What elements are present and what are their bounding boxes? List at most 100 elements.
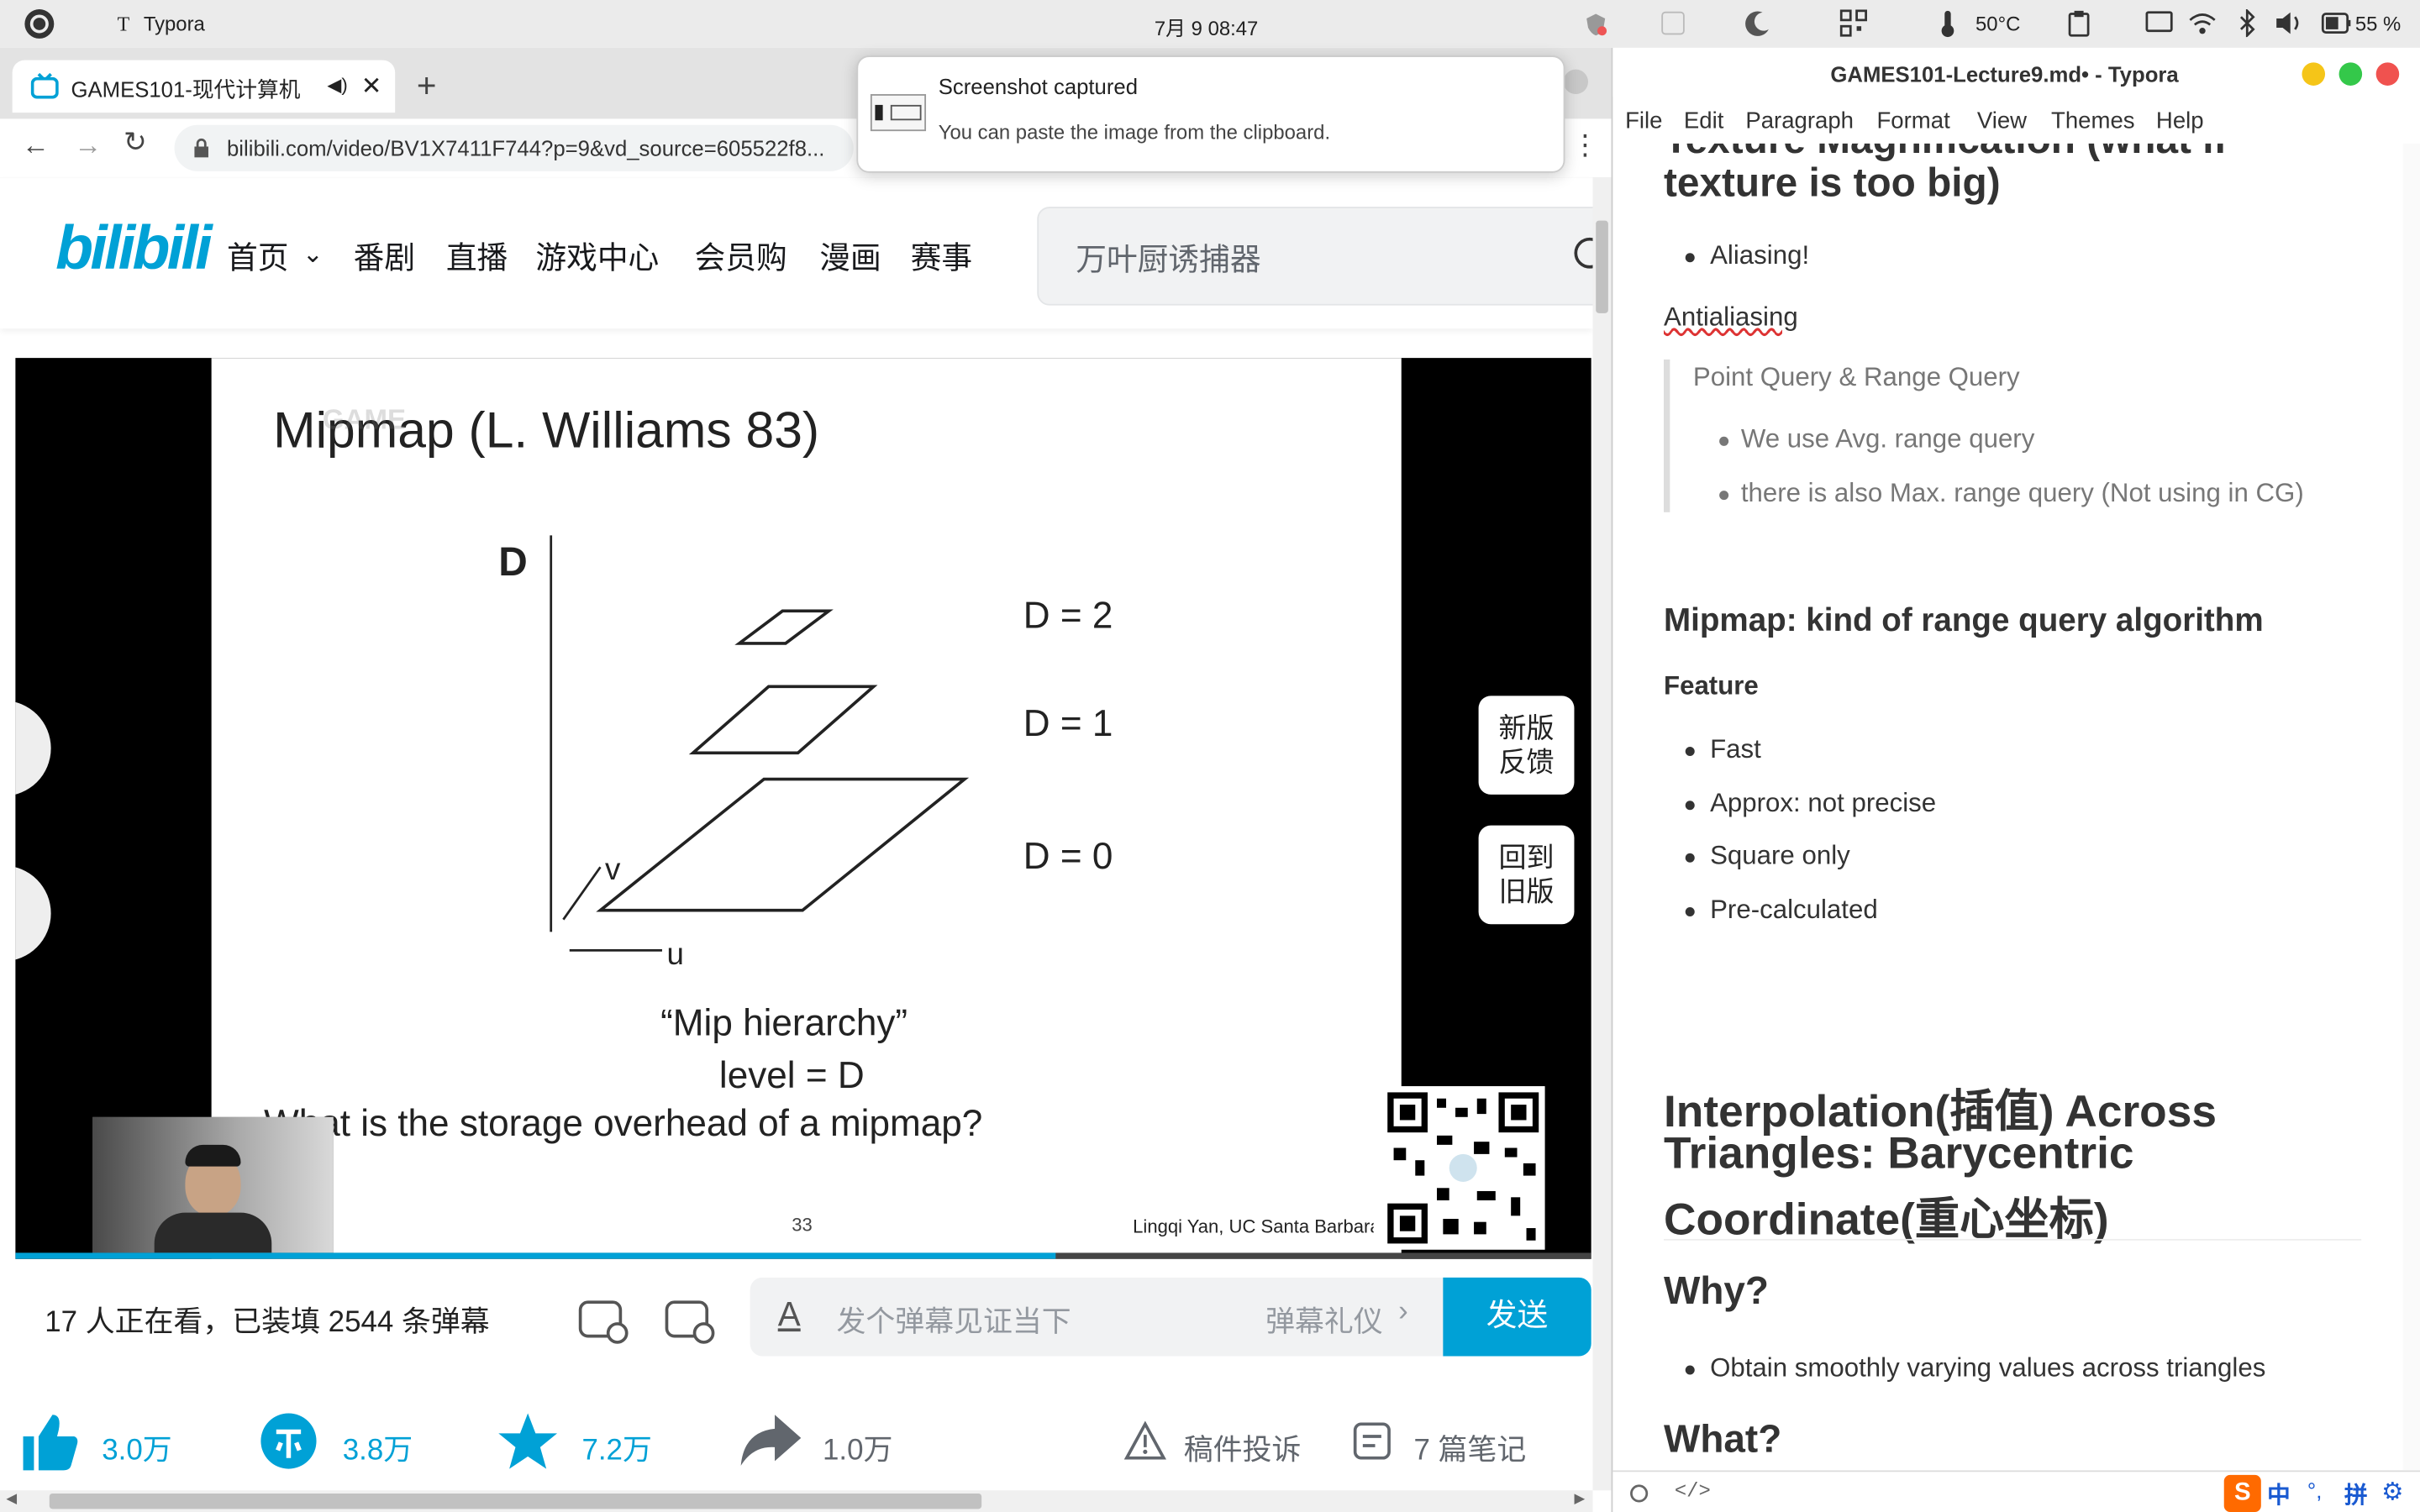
nav-vip-shop[interactable]: 会员购 — [695, 233, 787, 277]
back-icon[interactable]: ← — [22, 129, 50, 162]
typora-app-icon: T — [117, 12, 130, 36]
wifi-icon[interactable] — [2188, 11, 2216, 35]
close-window-icon[interactable] — [2375, 61, 2400, 86]
new-version-feedback-button[interactable]: 新版 反馈 — [1478, 696, 1575, 795]
night-mode-icon[interactable] — [1744, 9, 1772, 37]
left-edge-tool-icon[interactable] — [15, 701, 52, 796]
notification-body: You can paste the image from the clipboa… — [938, 120, 1331, 144]
notes-icon[interactable] — [1352, 1421, 1395, 1462]
blockquote-item-avg: We use Avg. range query — [1740, 424, 2035, 454]
vertical-scrollbar[interactable] — [1592, 177, 1612, 1491]
shield-icon[interactable] — [1583, 13, 1607, 37]
danmaku-settings-icon[interactable] — [664, 1293, 716, 1345]
video-player[interactable]: Mipmap (L. Williams 83) GAME D u v D = 2… — [15, 358, 1591, 1259]
ubuntu-logo-icon[interactable] — [24, 8, 56, 40]
browser-menu-dot-icon[interactable] — [1562, 68, 1590, 96]
nav-home[interactable]: 首页 — [227, 233, 288, 277]
notes-link[interactable]: 7 篇笔记 — [1413, 1427, 1526, 1469]
scroll-right-arrow-icon[interactable]: ▶ — [1574, 1490, 1585, 1507]
active-app-name[interactable]: Typora — [144, 13, 205, 36]
typora-window: GAMES101-Lecture9.md• - Typora File Edit… — [1611, 47, 2420, 1512]
nav-match[interactable]: 赛事 — [911, 233, 972, 277]
ime-lang[interactable]: 中 — [2267, 1478, 2291, 1511]
screenshot-tray-icon[interactable] — [1660, 11, 1685, 35]
scroll-left-arrow-icon[interactable]: ◀ — [6, 1490, 17, 1507]
bilibili-logo[interactable]: bilibili — [55, 214, 212, 284]
horizontal-scroll-thumb[interactable] — [49, 1493, 982, 1509]
reload-icon[interactable]: ↻ — [124, 127, 147, 160]
browser-tab-active[interactable]: GAMES101-现代计算机 ◀) ✕ — [12, 60, 396, 113]
nav-bangumi[interactable]: 番剧 — [354, 233, 415, 277]
warning-icon[interactable] — [1123, 1420, 1166, 1462]
menu-themes[interactable]: Themes — [2051, 108, 2135, 134]
like-icon[interactable] — [18, 1412, 80, 1473]
temperature-label[interactable]: 50°C — [1975, 13, 2020, 36]
outline-toggle-icon[interactable] — [1628, 1483, 1650, 1504]
left-edge-tool-icon-2[interactable] — [15, 865, 52, 961]
qr-tray-icon[interactable] — [1839, 9, 1867, 37]
screen-mirror-icon[interactable] — [2145, 11, 2173, 35]
nav-live[interactable]: 直播 — [446, 233, 508, 277]
menu-file[interactable]: File — [1625, 108, 1662, 134]
clipboard-icon[interactable] — [2068, 9, 2090, 37]
ime-settings-gear-icon[interactable]: ⚙ — [2381, 1477, 2403, 1508]
danmaku-input[interactable]: A 发个弹幕见证当下 弹幕礼仪 › — [750, 1277, 1445, 1357]
vertical-scroll-thumb[interactable] — [1596, 220, 1608, 313]
ime-toolbar[interactable]: S 中 °, 拼 ⚙ — [2221, 1473, 2420, 1512]
favorite-star-icon[interactable] — [497, 1410, 558, 1472]
video-progress-track[interactable] — [15, 1252, 1591, 1259]
menu-paragraph[interactable]: Paragraph — [1745, 108, 1854, 134]
screenshot-thumbnail — [870, 94, 927, 132]
battery-icon[interactable] — [2321, 13, 2352, 34]
slide-caption-level: level = D — [718, 1055, 865, 1097]
chevron-right-icon[interactable]: › — [1398, 1296, 1408, 1330]
danmaku-style-icon[interactable]: A — [778, 1294, 801, 1335]
report-link[interactable]: 稿件投诉 — [1184, 1427, 1302, 1469]
ime-pinyin[interactable]: 拼 — [2344, 1478, 2368, 1511]
menu-help[interactable]: Help — [2156, 108, 2204, 134]
maximize-icon[interactable] — [2338, 61, 2363, 86]
menu-edit[interactable]: Edit — [1684, 108, 1723, 134]
typora-window-title: GAMES101-Lecture9.md• - Typora — [1830, 61, 2179, 87]
menu-view[interactable]: View — [1977, 108, 2027, 134]
browser-kebab-icon[interactable]: ⋮ — [1571, 129, 1599, 162]
horizontal-scrollbar[interactable]: ◀ ▶ — [0, 1490, 1593, 1512]
danmaku-toggle-icon[interactable] — [577, 1293, 629, 1345]
lock-icon[interactable] — [193, 137, 210, 159]
send-danmaku-button[interactable]: 发送 — [1443, 1277, 1591, 1357]
nav-manga[interactable]: 漫画 — [819, 233, 881, 277]
back-to-old-version-button[interactable]: 回到 旧版 — [1478, 825, 1575, 925]
chevron-down-icon[interactable]: ⌄ — [302, 239, 324, 270]
tab-audio-icon[interactable]: ◀) — [327, 74, 347, 96]
menu-format[interactable]: Format — [1876, 108, 1949, 134]
share-icon[interactable] — [738, 1413, 802, 1468]
volume-icon[interactable] — [2275, 9, 2306, 37]
bullet — [1685, 801, 1695, 811]
coin-count: 3.8万 — [342, 1435, 413, 1467]
sogou-ime-icon[interactable]: S — [2223, 1474, 2261, 1512]
tab-close-icon[interactable]: ✕ — [361, 71, 382, 102]
url-field[interactable]: bilibili.com/video/BV1X7411F744?p=9&vd_s… — [174, 124, 854, 171]
forward-icon[interactable]: → — [74, 129, 102, 162]
typora-scrollbar[interactable] — [2402, 143, 2420, 1471]
blockquote-title: Point Query & Range Query — [1692, 362, 2020, 392]
danmaku-etiquette-link[interactable]: 弹幕礼仪 — [1265, 1299, 1383, 1341]
danmaku-bar: 17 人正在看，已装填 2544 条弹幕 A 发个弹幕见证当下 弹幕礼仪 › 发… — [15, 1277, 1591, 1358]
tab-title: GAMES101-现代计算机 — [71, 76, 301, 102]
list-item-aliasing: Aliasing! — [1710, 240, 1810, 270]
clock[interactable]: 7月 9 08:47 — [1155, 13, 1258, 42]
screenshot-notification[interactable]: Screenshot captured You can paste the im… — [856, 55, 1565, 173]
why-item: Obtain smoothly varying values across tr… — [1710, 1352, 2266, 1383]
new-tab-icon[interactable]: + — [417, 66, 437, 107]
search-input[interactable]: 万叶厨诱捕器 — [1037, 207, 1627, 306]
bullet — [1685, 907, 1695, 917]
coin-icon[interactable] — [260, 1412, 318, 1471]
typora-editor[interactable]: Texture Magnification (what if texture i… — [1612, 144, 2420, 1471]
bluetooth-icon[interactable] — [2238, 9, 2256, 38]
typora-status-bar: </> S 中 °, 拼 ⚙ — [1612, 1470, 2420, 1512]
minimize-icon[interactable] — [2302, 61, 2326, 86]
nav-game-center[interactable]: 游戏中心 — [535, 233, 659, 277]
ime-punct[interactable]: °, — [2307, 1478, 2322, 1503]
source-code-toggle-icon[interactable]: </> — [1675, 1479, 1711, 1503]
battery-label[interactable]: 55 % — [2355, 13, 2401, 36]
